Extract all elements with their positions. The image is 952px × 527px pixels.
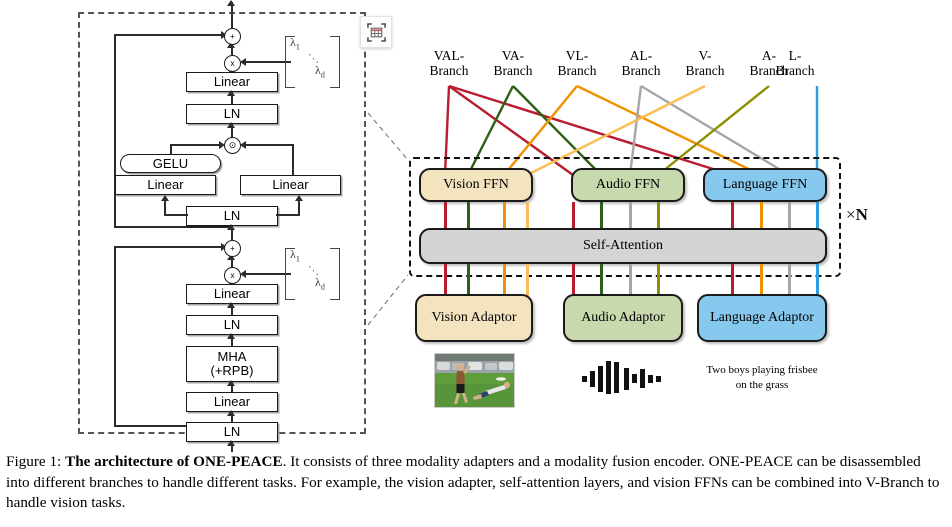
audio-ffn-block[interactable]: Audio FFN [571, 168, 685, 202]
repeat-prefix: × [846, 205, 856, 224]
port-audio-a [657, 202, 660, 230]
port-audio-val [572, 202, 575, 230]
ffn-residual-add: + [224, 28, 241, 45]
port-sa-vision-val [444, 264, 447, 296]
port-audio-al [629, 202, 632, 230]
port-language-al [788, 202, 791, 230]
language-adaptor-block[interactable]: Language Adaptor [697, 294, 827, 342]
audio-input-waveform [580, 360, 668, 399]
port-sa-language-val [731, 264, 734, 296]
port-sa-language-vl [760, 264, 763, 296]
port-vision-v [526, 202, 529, 230]
port-sa-audio-a [657, 264, 660, 296]
vision-input-thumbnail [434, 353, 515, 408]
ffn-gate-mul: ⊙ [224, 137, 241, 154]
language-input-line2: on the grass [735, 378, 789, 391]
port-language-vl [760, 202, 763, 230]
language-ffn-block[interactable]: Language FFN [703, 168, 827, 202]
figure-caption: Figure 1: The architecture of ONE-PEACE.… [6, 452, 946, 514]
caption-bold: The architecture of ONE-PEACE [65, 453, 283, 470]
figure-root: + x λ1 ⋱ λd Linear LN ⊙ GELU Linear Line… [0, 0, 952, 527]
port-sa-audio-val [572, 264, 575, 296]
repeat-value: N [855, 205, 868, 224]
port-sa-vision-vl [503, 264, 506, 296]
port-sa-language-al [788, 264, 791, 296]
port-sa-audio-va [600, 264, 603, 296]
port-vision-vl [503, 202, 506, 230]
vision-adaptor-block[interactable]: Vision Adaptor [415, 294, 533, 342]
caption-prefix: Figure 1: [6, 453, 62, 470]
port-sa-language-l [816, 264, 819, 296]
attn-block-input-arrow [227, 440, 235, 446]
ffn-layerscale-mul: x [224, 55, 241, 72]
attn-layerscale-mul: x [224, 267, 241, 284]
language-input-text: Two boys playing frisbee on the grass [697, 363, 827, 393]
audio-adaptor-block[interactable]: Audio Adaptor [563, 294, 683, 342]
port-sa-audio-al [629, 264, 632, 296]
port-sa-vision-va [467, 264, 470, 296]
language-input-line1: Two boys playing frisbee [706, 364, 818, 376]
port-language-l [816, 202, 819, 230]
frisbee-photo-image [435, 354, 514, 407]
repeat-count-label: ×N [846, 205, 868, 225]
port-language-val [731, 202, 734, 230]
port-vision-val [444, 202, 447, 230]
self-attention-block[interactable]: Self-Attention [419, 228, 827, 264]
port-audio-va [600, 202, 603, 230]
port-vision-va [467, 202, 470, 230]
port-sa-vision-v [526, 264, 529, 296]
attn-residual-add: + [224, 240, 241, 257]
vision-ffn-block[interactable]: Vision FFN [419, 168, 533, 202]
audio-waveform-icon [582, 361, 661, 394]
